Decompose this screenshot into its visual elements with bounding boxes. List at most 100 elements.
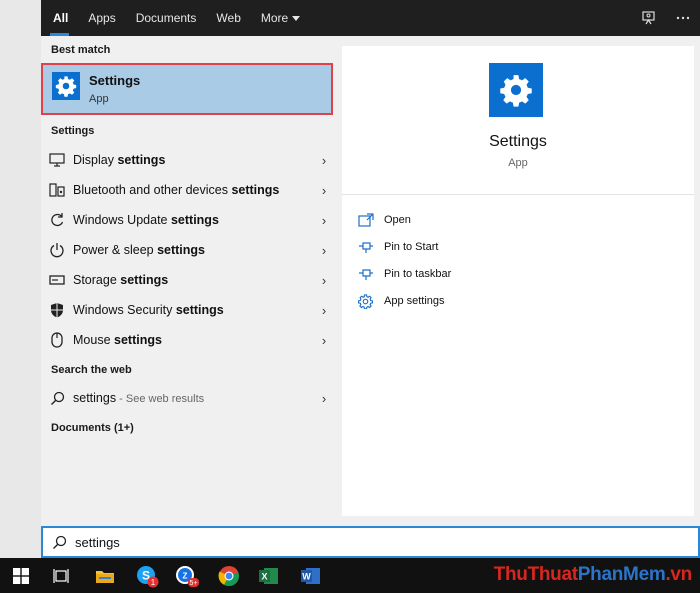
start-button[interactable] [2, 558, 40, 593]
excel-icon: X [259, 567, 278, 584]
gear-icon [52, 72, 80, 100]
tab-documents[interactable]: Documents [126, 0, 207, 36]
tab-more[interactable]: More [251, 0, 310, 36]
open-icon [358, 213, 384, 227]
chevron-right-icon[interactable]: › [315, 391, 333, 406]
result-label: Mouse settings [73, 333, 315, 347]
skype-badge: 1 [151, 578, 156, 587]
search-icon [41, 391, 73, 406]
search-icon [43, 535, 75, 550]
web-hint: - See web results [116, 393, 205, 405]
watermark-part: PhanMem [577, 564, 666, 585]
windows-logo-icon [13, 567, 29, 584]
filter-tabs: All Apps Documents Web More [41, 0, 310, 36]
label-match: settings [231, 183, 280, 197]
result-label: Bluetooth and other devices settings [73, 183, 315, 197]
file-explorer-button[interactable] [86, 558, 124, 593]
chevron-right-icon[interactable]: › [315, 183, 333, 198]
zalo-button[interactable]: Z 5+ [168, 558, 206, 593]
best-match-heading: Best match [51, 44, 111, 56]
result-power-sleep-settings[interactable]: Power & sleep settings › [41, 236, 333, 264]
taskbar: S1 Z 5+ X W ThuThuatPhanMem.vn [0, 558, 700, 593]
gear-icon [358, 293, 384, 309]
search-filter-bar: All Apps Documents Web More [41, 0, 700, 36]
result-bluetooth-settings[interactable]: Bluetooth and other devices settings › [41, 176, 333, 204]
tab-label: More [260, 11, 289, 25]
preview-card: Settings App Open Pin to Start Pin to ta… [342, 46, 694, 516]
feedback-icon[interactable] [632, 0, 666, 36]
monitor-icon [41, 153, 73, 167]
chevron-right-icon[interactable]: › [315, 273, 333, 288]
result-windows-security-settings[interactable]: Windows Security settings › [41, 296, 333, 324]
desktop-background [0, 0, 41, 558]
search-box[interactable] [41, 526, 700, 558]
tab-label: Documents [135, 11, 197, 25]
action-label: Pin to taskbar [384, 268, 452, 280]
action-pin-to-taskbar[interactable]: Pin to taskbar [358, 264, 451, 284]
best-match-title: Settings [89, 73, 141, 88]
label-text: Storage [73, 273, 121, 287]
chevron-right-icon[interactable]: › [315, 243, 333, 258]
more-options-icon[interactable] [666, 0, 700, 36]
word-button[interactable]: W [292, 558, 330, 593]
label-text: Windows Security [73, 303, 176, 317]
result-mouse-settings[interactable]: Mouse settings › [41, 326, 333, 354]
label-match: settings [117, 153, 166, 167]
skype-button[interactable]: S1 [128, 558, 166, 593]
results-panel: Best match Settings App Settings Display… [41, 36, 340, 526]
gear-icon [489, 63, 543, 117]
tab-label: Web [216, 11, 241, 25]
tab-apps[interactable]: Apps [78, 0, 125, 36]
zalo-badge: 5+ [190, 580, 198, 587]
storage-icon [41, 273, 73, 287]
label-text: Windows Update [73, 213, 171, 227]
documents-heading[interactable]: Documents (1+) [51, 422, 134, 434]
tab-all[interactable]: All [41, 0, 78, 36]
watermark-part: .vn [665, 564, 692, 585]
result-label: Windows Update settings [73, 213, 315, 227]
excel-button[interactable]: X [250, 558, 288, 593]
label-text: Display [73, 153, 118, 167]
label-text: Power & sleep [73, 243, 158, 257]
result-label: Windows Security settings [73, 303, 315, 317]
devices-icon [41, 183, 73, 197]
label-match: settings [120, 273, 169, 287]
result-storage-settings[interactable]: Storage settings › [41, 266, 333, 294]
svg-text:W: W [302, 571, 311, 581]
search-input[interactable] [75, 534, 475, 550]
result-display-settings[interactable]: Display settings › [41, 146, 333, 174]
chrome-button[interactable] [210, 558, 248, 593]
preview-panel: Settings App Open Pin to Start Pin to ta… [340, 36, 700, 526]
action-open[interactable]: Open [358, 210, 411, 230]
power-icon [41, 242, 73, 258]
watermark-part: ThuThuat [493, 564, 578, 585]
action-label: App settings [384, 295, 445, 307]
chevron-right-icon[interactable]: › [315, 303, 333, 318]
svg-text:Z: Z [183, 571, 188, 580]
action-app-settings[interactable]: App settings [358, 291, 445, 311]
best-match-settings-app[interactable]: Settings App [41, 63, 333, 115]
result-windows-update-settings[interactable]: Windows Update settings › [41, 206, 333, 234]
chevron-right-icon[interactable]: › [315, 213, 333, 228]
folder-icon [96, 570, 114, 583]
tab-web[interactable]: Web [206, 0, 250, 36]
chrome-icon [218, 565, 239, 586]
caret-down-icon [292, 15, 301, 21]
chevron-right-icon[interactable]: › [315, 333, 333, 348]
chevron-right-icon[interactable]: › [315, 153, 333, 168]
result-web-search[interactable]: settings - See web results › [41, 384, 333, 412]
preview-title: Settings [489, 133, 547, 150]
word-icon: W [301, 567, 320, 584]
top-actions [632, 0, 700, 36]
shield-icon [41, 302, 73, 318]
label-match: settings [157, 243, 206, 257]
action-label: Pin to Start [384, 241, 439, 253]
search-web-heading: Search the web [51, 364, 132, 376]
tab-label: Apps [88, 11, 116, 25]
action-pin-to-start[interactable]: Pin to Start [358, 237, 438, 257]
mouse-icon [41, 332, 73, 348]
svg-text:X: X [261, 571, 267, 581]
pin-icon [358, 267, 384, 281]
sync-icon [41, 212, 73, 228]
task-view-button[interactable] [42, 558, 80, 593]
